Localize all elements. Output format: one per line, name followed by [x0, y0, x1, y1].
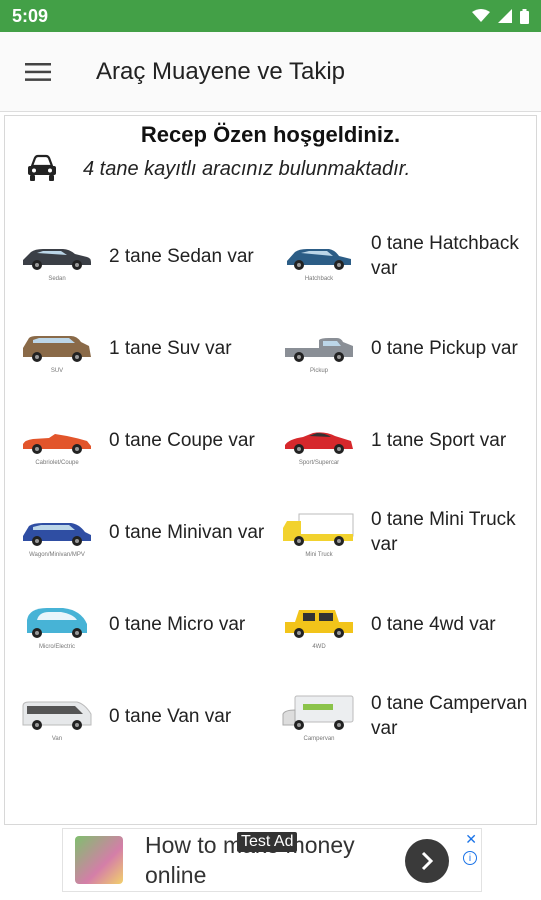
- vehicle-type-item[interactable]: SUV 1 tane Suv var: [17, 302, 279, 394]
- ad-image[interactable]: [75, 836, 123, 884]
- truck-car-image: Mini Truck: [279, 503, 359, 561]
- vehicle-type-item[interactable]: Campervan 0 tane Campervan var: [279, 670, 532, 762]
- welcome-heading: Recep Özen hoşgeldiniz.: [140, 122, 401, 147]
- vehicle-type-item[interactable]: 4WD 0 tane 4wd var: [279, 578, 532, 670]
- vehicle-type-label: 0 tane Micro var: [109, 613, 246, 635]
- vehicle-type-item[interactable]: Wagon/Minivan/MPV 0 tane Minivan var: [17, 486, 279, 578]
- vehicle-type-label: 0 tane Pickup var: [371, 337, 518, 359]
- vehicle-type-label: 1 tane Sport var: [371, 429, 507, 451]
- signal-icon: [498, 9, 512, 23]
- status-time: 5:09: [12, 5, 49, 26]
- vehicle-type-item[interactable]: Sedan 2 tane Sedan var: [17, 210, 279, 302]
- vehicle-count-row: 4 tane kayıtlı aracınız bulunmaktadır.: [25, 154, 410, 184]
- vehicle-type-label: 0 tane Mini Truck var: [371, 509, 516, 555]
- app-bar: Araç Muayene ve Takip: [0, 32, 541, 112]
- suv-car-image: SUV: [17, 319, 97, 377]
- app-title: Araç Muayene ve Takip: [96, 57, 346, 85]
- vehicle-type-label: 0 tane Van var: [109, 705, 232, 727]
- car-image-caption: Sport/Supercar: [298, 460, 340, 466]
- car-icon: [28, 154, 56, 181]
- car-image-caption: Campervan: [303, 736, 335, 742]
- minivan-car-image: Wagon/Minivan/MPV: [17, 503, 97, 561]
- micro-car-image: Micro/Electric: [17, 595, 97, 653]
- chevron-right-icon: [421, 851, 434, 871]
- vehicle-type-item[interactable]: Hatchback 0 tane Hatchback var: [279, 210, 532, 302]
- vehicle-type-label: 0 tane Campervan var: [371, 693, 528, 739]
- coupe-car-image: Cabriolet/Coupe: [17, 411, 97, 469]
- camper-car-image: Campervan: [279, 687, 359, 745]
- status-icons: [472, 8, 529, 24]
- vehicle-type-item[interactable]: Pickup 0 tane Pickup var: [279, 302, 532, 394]
- vehicle-type-grid: Sedan 2 tane Sedan var Hatchback 0 tane Ha…: [17, 210, 532, 762]
- ad-close-icon[interactable]: ✕: [465, 831, 477, 848]
- vehicle-type-label: 2 tane Sedan var: [109, 245, 254, 267]
- vehicle-type-item[interactable]: Mini Truck 0 tane Mini Truck var: [279, 486, 532, 578]
- car-image-caption: Hatchback: [304, 276, 334, 282]
- wifi-icon: [472, 9, 490, 22]
- vehicle-type-item[interactable]: Micro/Electric 0 tane Micro var: [17, 578, 279, 670]
- pickup-car-image: Pickup: [279, 319, 359, 377]
- vehicle-type-item[interactable]: Sport/Supercar 1 tane Sport var: [279, 394, 532, 486]
- vehicle-type-label: 0 tane Coupe var: [109, 429, 255, 451]
- hamburger-menu-icon: [25, 62, 51, 81]
- car-image-caption: Wagon/Minivan/MPV: [29, 552, 85, 558]
- car-image-caption: Cabriolet/Coupe: [35, 460, 79, 466]
- ad-info-icon[interactable]: i: [463, 851, 477, 865]
- car-image-caption: Van: [51, 736, 63, 742]
- jeep-car-image: 4WD: [279, 595, 359, 653]
- vehicle-type-label: 0 tane Minivan var: [109, 521, 265, 543]
- car-image-caption: Mini Truck: [305, 552, 333, 558]
- ad-banner[interactable]: How to make money online Test Ad ✕ i: [62, 828, 482, 892]
- car-image-caption: Micro/Electric: [38, 644, 75, 650]
- main-content: Recep Özen hoşgeldiniz. 4 tane kayıtlı a…: [4, 115, 537, 825]
- test-ad-badge: Test Ad: [237, 832, 298, 852]
- car-image-caption: Pickup: [309, 368, 328, 374]
- vehicle-type-item[interactable]: Van 0 tane Van var: [17, 670, 279, 762]
- hatch-car-image: Hatchback: [279, 227, 359, 285]
- sport-car-image: Sport/Supercar: [279, 411, 359, 469]
- car-image-caption: SUV: [50, 368, 64, 374]
- car-image-caption: Sedan: [48, 276, 66, 282]
- vehicle-type-label: 0 tane 4wd var: [371, 613, 496, 635]
- menu-button[interactable]: [0, 32, 76, 112]
- ad-open-button[interactable]: [405, 839, 449, 883]
- vehicle-type-item[interactable]: Cabriolet/Coupe 0 tane Coupe var: [17, 394, 279, 486]
- sedan-car-image: Sedan: [17, 227, 97, 285]
- vehicle-type-label: 0 tane Hatchback var: [371, 233, 519, 279]
- car-image-caption: 4WD: [312, 644, 326, 650]
- battery-icon: [520, 8, 529, 24]
- vehicle-count-text: 4 tane kayıtlı aracınız bulunmaktadır.: [83, 157, 411, 180]
- van-car-image: Van: [17, 687, 97, 745]
- status-bar: 5:09: [0, 0, 541, 32]
- vehicle-type-label: 1 tane Suv var: [109, 337, 232, 359]
